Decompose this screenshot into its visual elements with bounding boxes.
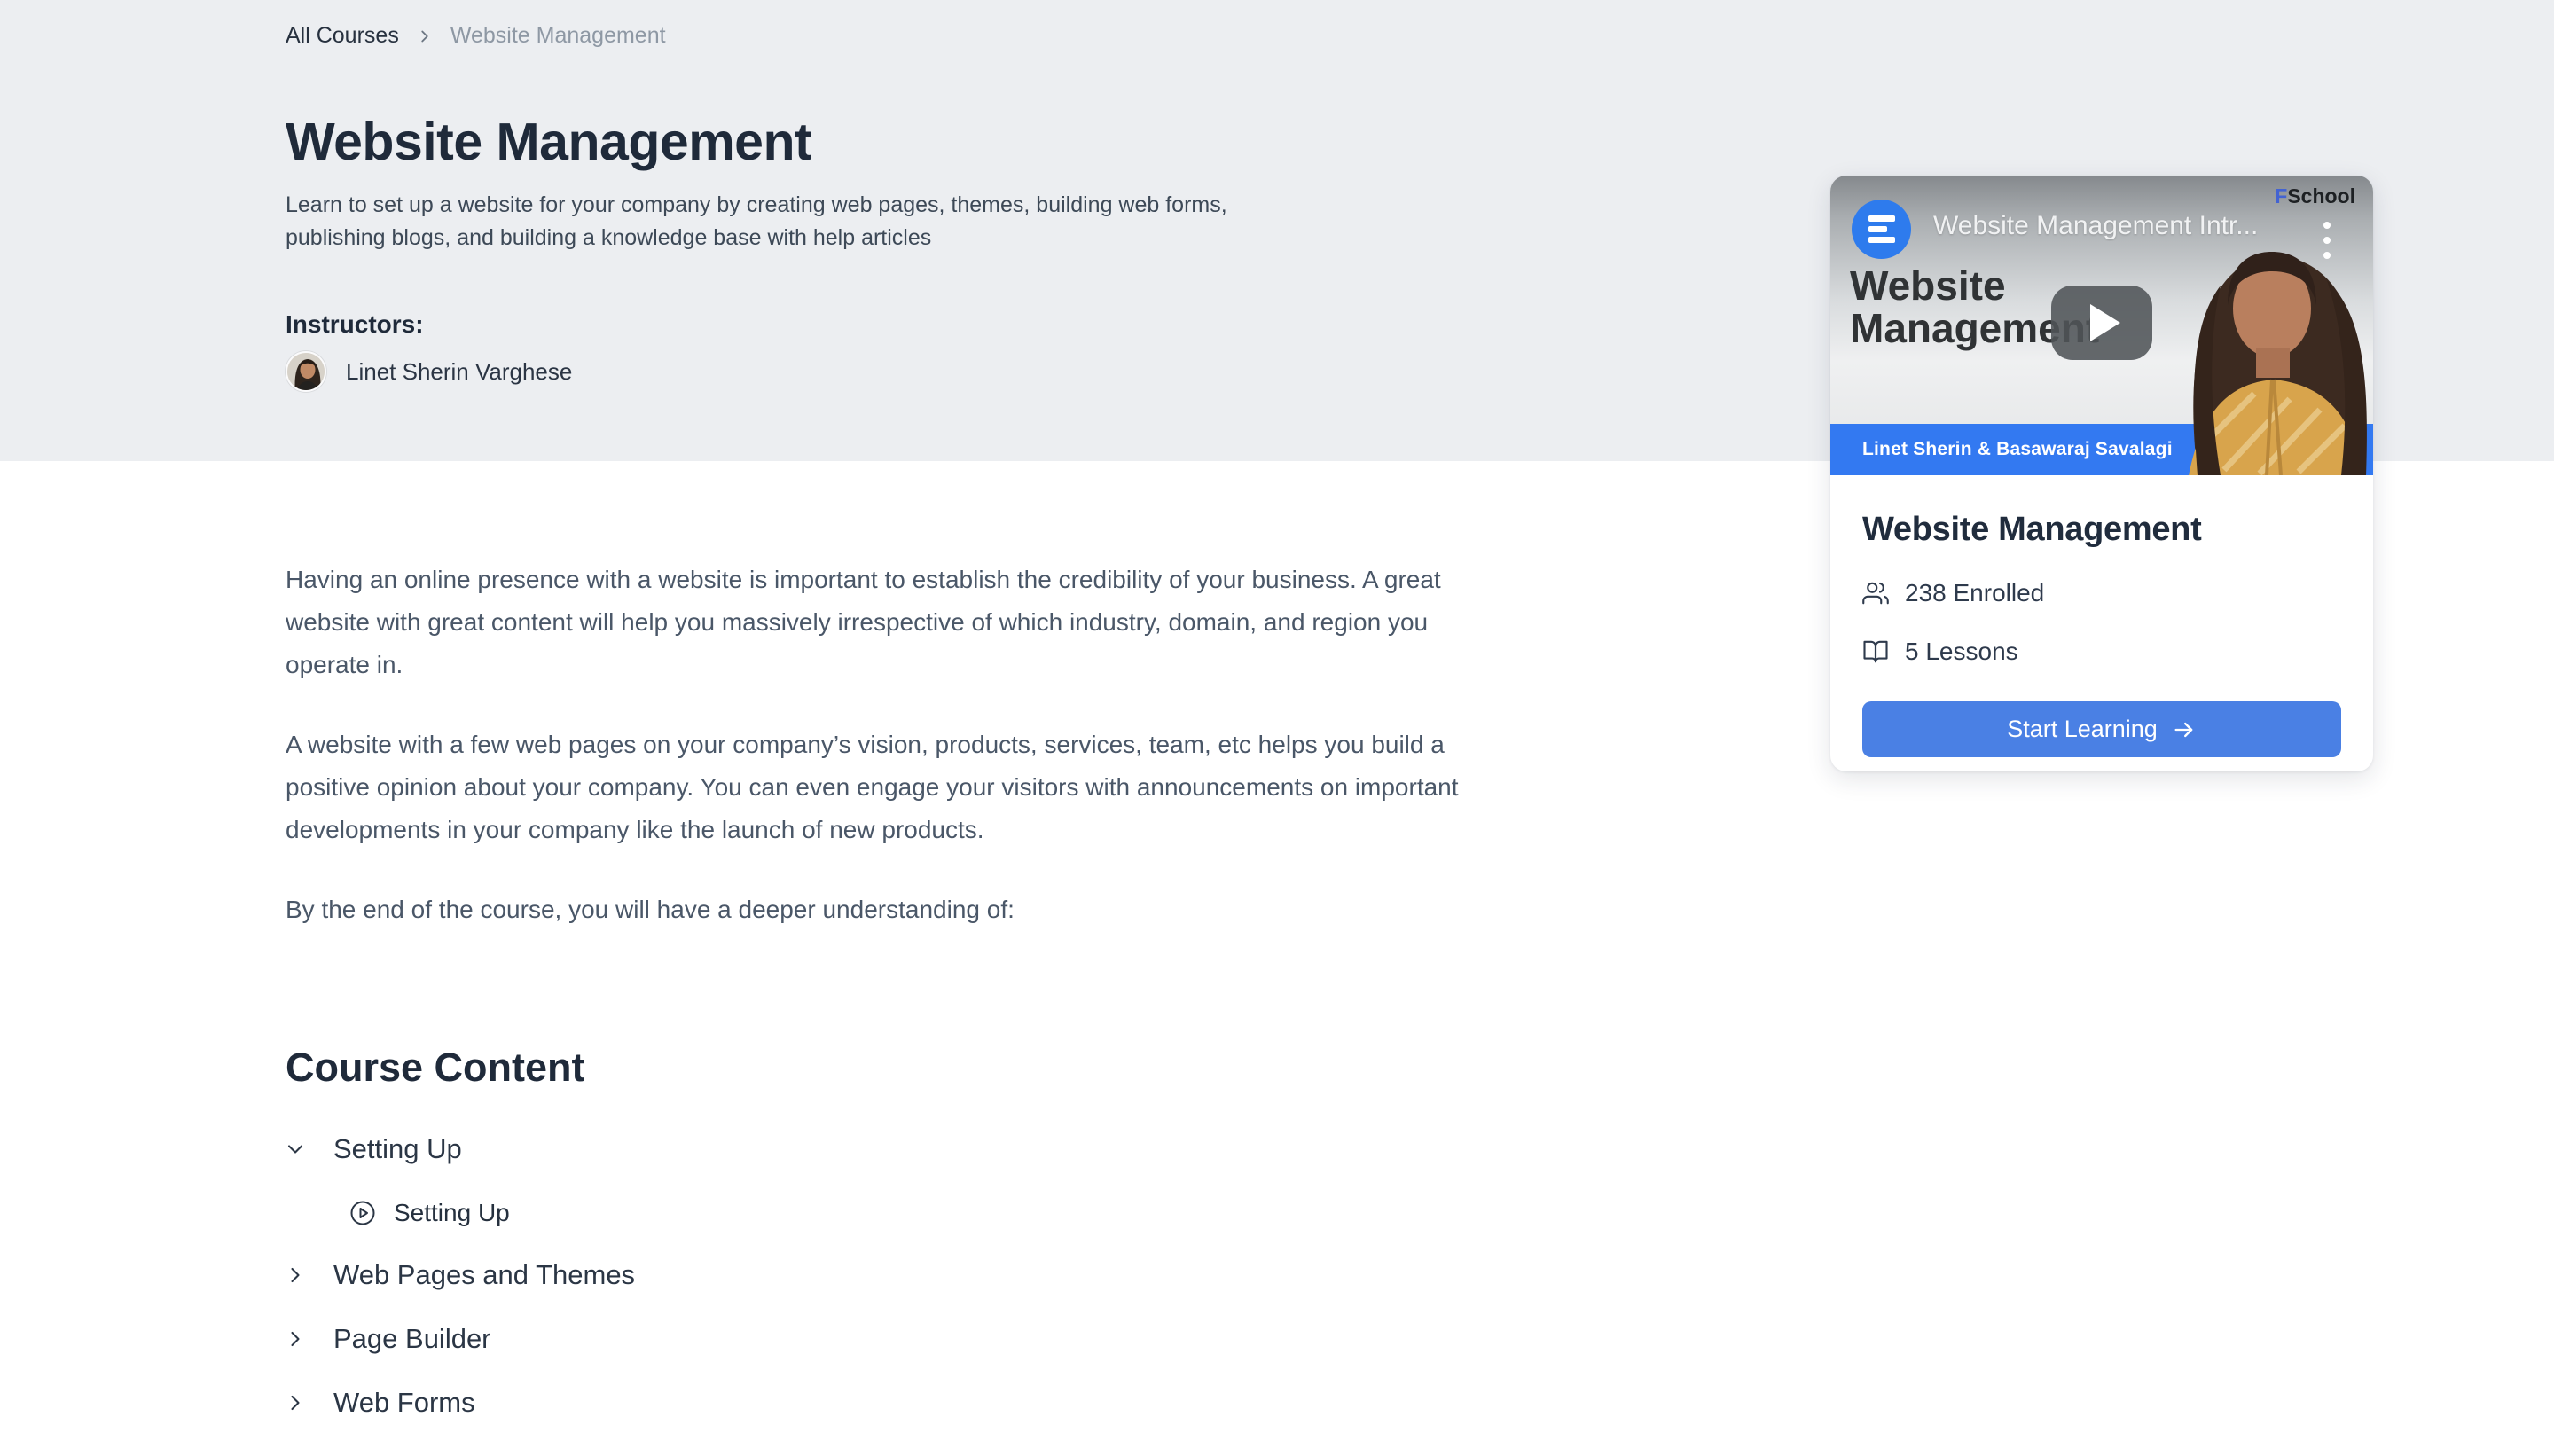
chevron-right-icon: [415, 27, 435, 46]
enrolled-count: 238 Enrolled: [1905, 579, 2044, 607]
course-detail-page: All Courses Website Management Website M…: [0, 0, 2554, 1456]
section-label: Page Builder: [333, 1323, 491, 1355]
instructor-avatar: [286, 351, 326, 392]
book-open-icon: [1862, 638, 1889, 665]
play-button[interactable]: [2051, 286, 2152, 360]
instructor-row: Linet Sherin Varghese: [286, 351, 572, 392]
channel-logo-icon: [1852, 200, 1911, 259]
lesson-label: Setting Up: [394, 1199, 510, 1227]
course-card: FSchool Website Management Intr... Websi…: [1830, 176, 2373, 771]
presenter-image: [2139, 216, 2373, 475]
section-setting-up[interactable]: Setting Up: [282, 1131, 635, 1167]
course-card-title: Website Management: [1862, 511, 2341, 549]
course-content-list: Setting Up Setting Up Web Pages and Them…: [282, 1131, 635, 1449]
arrow-right-icon: [2172, 717, 2197, 742]
fschool-logo: FSchool: [2275, 184, 2355, 208]
course-content-title: Course Content: [286, 1045, 585, 1091]
breadcrumb: All Courses Website Management: [286, 23, 666, 49]
course-card-body: Website Management 238 Enrolled 5 Lesson…: [1830, 475, 2373, 757]
section-web-pages-themes[interactable]: Web Pages and Themes: [282, 1257, 635, 1293]
breadcrumb-current: Website Management: [450, 23, 666, 49]
video-thumbnail[interactable]: FSchool Website Management Intr... Websi…: [1830, 176, 2373, 475]
section-web-forms[interactable]: Web Forms: [282, 1385, 635, 1421]
section-label: Web Pages and Themes: [333, 1259, 635, 1291]
instructors-label: Instructors:: [286, 310, 424, 339]
overview-paragraph: A website with a few web pages on your c…: [286, 724, 1483, 851]
chevron-right-icon: [282, 1262, 309, 1288]
page-description: Learn to set up a website for your compa…: [286, 189, 1239, 254]
instructor-name: Linet Sherin Varghese: [346, 358, 572, 386]
overview-paragraph: By the end of the course, you will have …: [286, 888, 1483, 931]
breadcrumb-all-courses[interactable]: All Courses: [286, 23, 399, 49]
section-label: Web Forms: [333, 1387, 475, 1419]
users-icon: [1862, 580, 1889, 607]
page-title: Website Management: [286, 112, 811, 172]
chevron-down-icon: [282, 1136, 309, 1162]
chevron-right-icon: [282, 1389, 309, 1416]
course-overview: Having an online presence with a website…: [286, 559, 1483, 968]
enrolled-row: 238 Enrolled: [1862, 579, 2341, 607]
section-page-builder[interactable]: Page Builder: [282, 1321, 635, 1357]
chevron-right-icon: [282, 1326, 309, 1352]
section-label: Setting Up: [333, 1133, 462, 1165]
play-circle-icon: [349, 1200, 376, 1226]
lesson-setting-up[interactable]: Setting Up: [349, 1195, 635, 1231]
lessons-row: 5 Lessons: [1862, 638, 2341, 666]
start-learning-button[interactable]: Start Learning: [1862, 701, 2341, 757]
overview-paragraph: Having an online presence with a website…: [286, 559, 1483, 686]
lessons-count: 5 Lessons: [1905, 638, 2018, 666]
